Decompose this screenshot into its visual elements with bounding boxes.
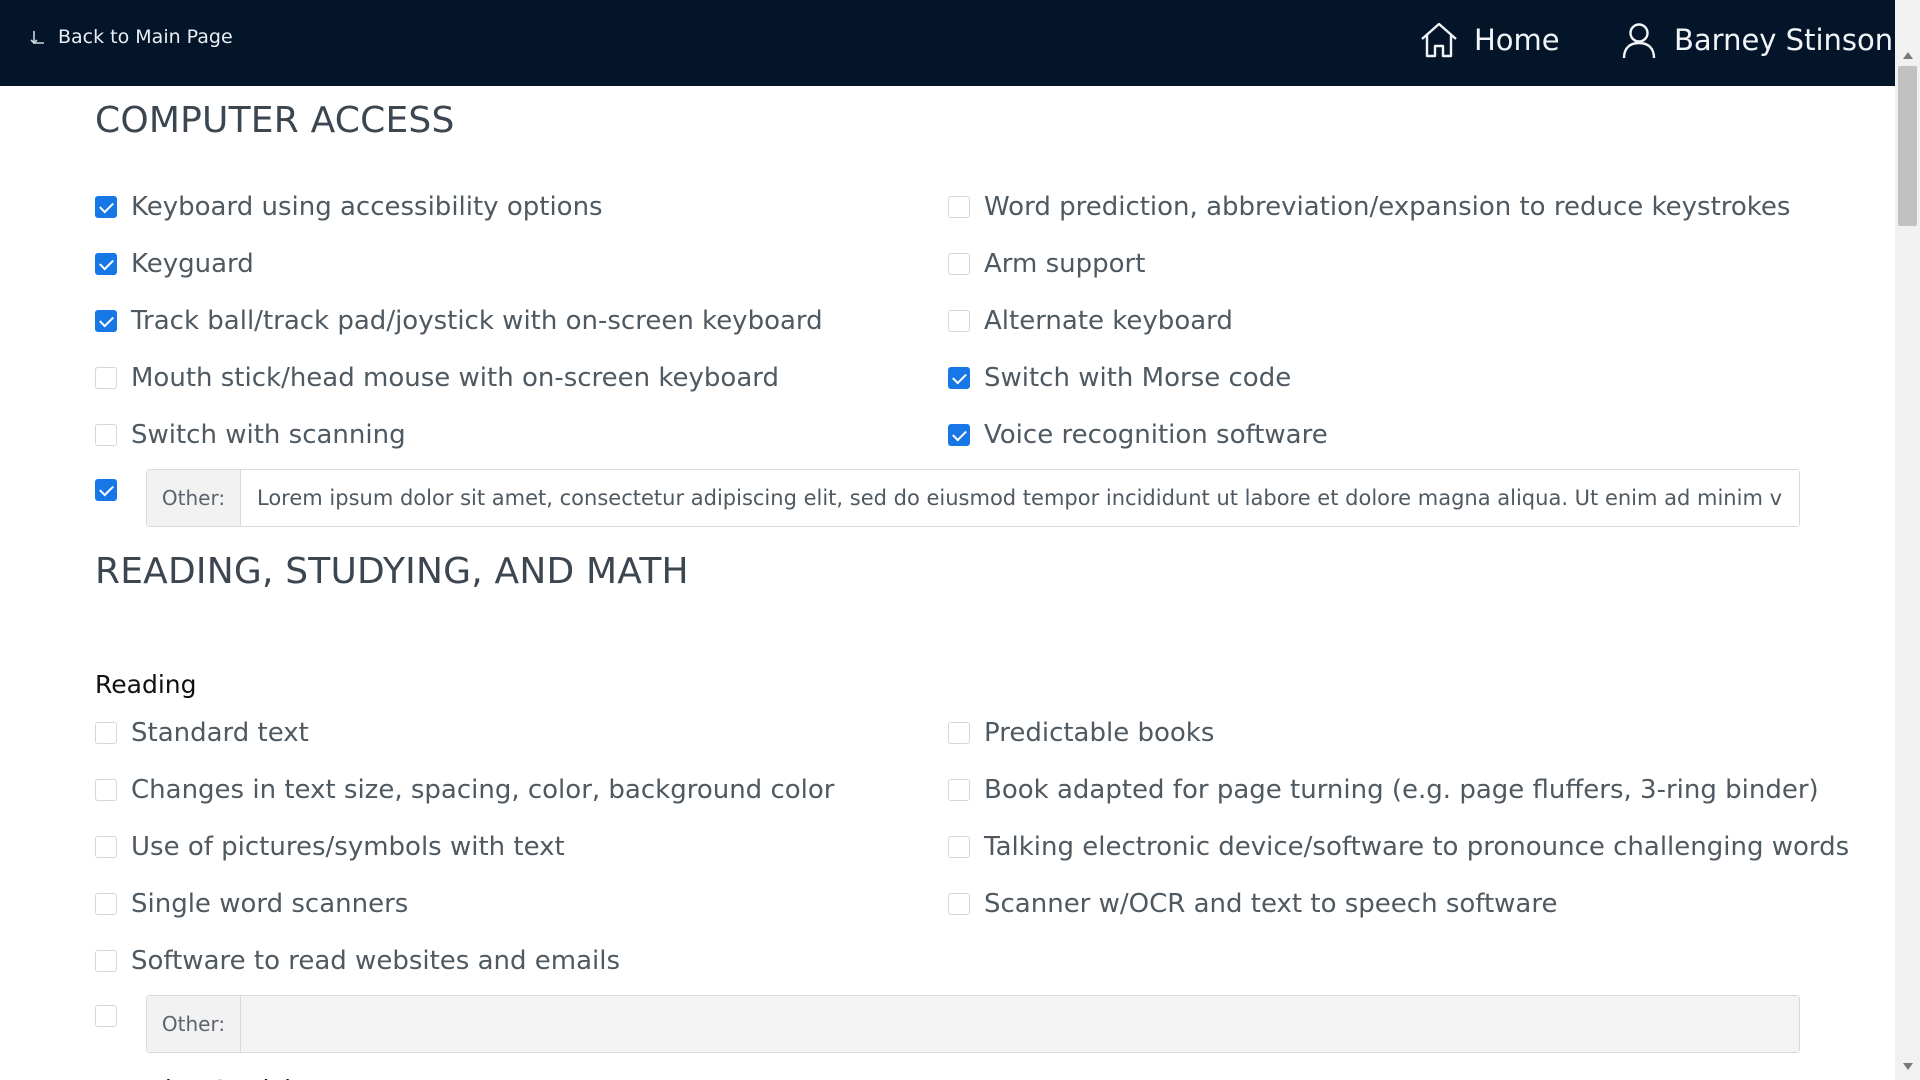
option-label: Book adapted for page turning (e.g. page… <box>984 775 1819 805</box>
option-label: Talking electronic device/software to pr… <box>984 832 1850 862</box>
back-arrow-icon <box>30 31 44 45</box>
back-to-main-link[interactable]: Back to Main Page <box>30 24 233 50</box>
back-link-label: Back to Main Page <box>58 26 233 48</box>
option-label: Word prediction, abbreviation/expansion … <box>984 192 1791 222</box>
option-label: Standard text <box>131 718 309 748</box>
option-label: Predictable books <box>984 718 1215 748</box>
checkbox[interactable] <box>948 253 970 275</box>
checkbox[interactable] <box>948 722 970 744</box>
option-mouth-stick[interactable]: Mouth stick/head mouse with on-screen ke… <box>95 361 779 395</box>
option-text-size-changes[interactable]: Changes in text size, spacing, color, ba… <box>95 773 834 807</box>
checkbox[interactable] <box>948 779 970 801</box>
checkbox[interactable] <box>948 310 970 332</box>
option-keyguard[interactable]: Keyguard <box>95 247 254 281</box>
home-icon <box>1421 22 1457 58</box>
checkbox[interactable] <box>95 893 117 915</box>
option-alternate-keyboard[interactable]: Alternate keyboard <box>948 304 1233 338</box>
checkbox[interactable] <box>95 253 117 275</box>
option-label: Changes in text size, spacing, color, ba… <box>131 775 835 805</box>
checkbox[interactable] <box>95 310 117 332</box>
option-standard-text[interactable]: Standard text <box>95 716 309 750</box>
option-label: Arm support <box>984 249 1146 279</box>
other-text-field[interactable] <box>241 996 1799 1052</box>
checkbox[interactable] <box>95 836 117 858</box>
checkbox[interactable] <box>95 779 117 801</box>
option-label: Keyboard using accessibility options <box>131 192 603 222</box>
other-input-group: Other: <box>146 469 1800 527</box>
other-input-group: Other: <box>146 995 1800 1053</box>
option-label: Switch with scanning <box>131 420 406 450</box>
option-word-prediction[interactable]: Word prediction, abbreviation/expansion … <box>948 190 1790 224</box>
option-label: Scanner w/OCR and text to speech softwar… <box>984 889 1558 919</box>
option-predictable-books[interactable]: Predictable books <box>948 716 1214 750</box>
checkbox[interactable] <box>95 424 117 446</box>
other-label: Other: <box>147 996 241 1052</box>
option-label: Alternate keyboard <box>984 306 1233 336</box>
checkbox[interactable] <box>95 196 117 218</box>
checkbox[interactable] <box>95 367 117 389</box>
option-label: Software to read websites and emails <box>131 946 621 976</box>
checkbox[interactable] <box>948 893 970 915</box>
checkbox[interactable] <box>95 722 117 744</box>
other-checkbox[interactable] <box>95 1005 117 1027</box>
option-arm-support[interactable]: Arm support <box>948 247 1145 281</box>
option-switch-scanning[interactable]: Switch with scanning <box>95 418 406 452</box>
other-label: Other: <box>147 470 241 526</box>
option-switch-morse[interactable]: Switch with Morse code <box>948 361 1291 395</box>
scroll-down-arrow-icon[interactable] <box>1903 1063 1913 1070</box>
option-trackball[interactable]: Track ball/track pad/joystick with on-sc… <box>95 304 823 338</box>
option-label: Single word scanners <box>131 889 409 919</box>
checkbox[interactable] <box>948 836 970 858</box>
home-link[interactable]: Home <box>1418 18 1560 62</box>
option-talking-device[interactable]: Talking electronic device/software to pr… <box>948 830 1849 864</box>
option-keyboard-accessibility[interactable]: Keyboard using accessibility options <box>95 190 603 224</box>
checkbox[interactable] <box>95 950 117 972</box>
option-single-word-scanners[interactable]: Single word scanners <box>95 887 408 921</box>
checkbox[interactable] <box>948 367 970 389</box>
other-row-reading: Other: <box>95 995 1800 1055</box>
home-label: Home <box>1474 23 1560 57</box>
option-label: Voice recognition software <box>984 420 1328 450</box>
option-pictures-symbols[interactable]: Use of pictures/symbols with text <box>95 830 565 864</box>
option-book-adapted[interactable]: Book adapted for page turning (e.g. page… <box>948 773 1819 807</box>
other-text-field[interactable] <box>241 470 1799 526</box>
subsection-title-learning-studying: Learning/Studying <box>95 1070 323 1080</box>
checkbox[interactable] <box>948 424 970 446</box>
scroll-thumb[interactable] <box>1898 66 1917 226</box>
subsection-title-reading: Reading <box>95 670 197 699</box>
option-label: Use of pictures/symbols with text <box>131 832 565 862</box>
option-label: Switch with Morse code <box>984 363 1292 393</box>
section-title-reading-studying-math: READING, STUDYING, AND MATH <box>95 551 689 592</box>
option-label: Keyguard <box>131 249 254 279</box>
user-menu[interactable]: Barney Stinson <box>1618 18 1893 62</box>
option-voice-recognition[interactable]: Voice recognition software <box>948 418 1328 452</box>
other-checkbox[interactable] <box>95 479 117 501</box>
option-scanner-ocr[interactable]: Scanner w/OCR and text to speech softwar… <box>948 887 1557 921</box>
top-nav-bar: Back to Main Page Home Barney Stinson <box>0 0 1895 86</box>
user-icon <box>1622 23 1656 59</box>
scroll-up-arrow-icon[interactable] <box>1903 52 1913 59</box>
option-read-websites[interactable]: Software to read websites and emails <box>95 944 620 978</box>
section-title-computer-access: COMPUTER ACCESS <box>95 100 455 141</box>
option-label: Mouth stick/head mouse with on-screen ke… <box>131 363 780 393</box>
option-label: Track ball/track pad/joystick with on-sc… <box>131 306 823 336</box>
page-scrollbar[interactable] <box>1895 0 1920 1080</box>
other-row-computer-access: Other: <box>95 469 1800 529</box>
checkbox[interactable] <box>948 196 970 218</box>
user-name: Barney Stinson <box>1674 23 1894 57</box>
